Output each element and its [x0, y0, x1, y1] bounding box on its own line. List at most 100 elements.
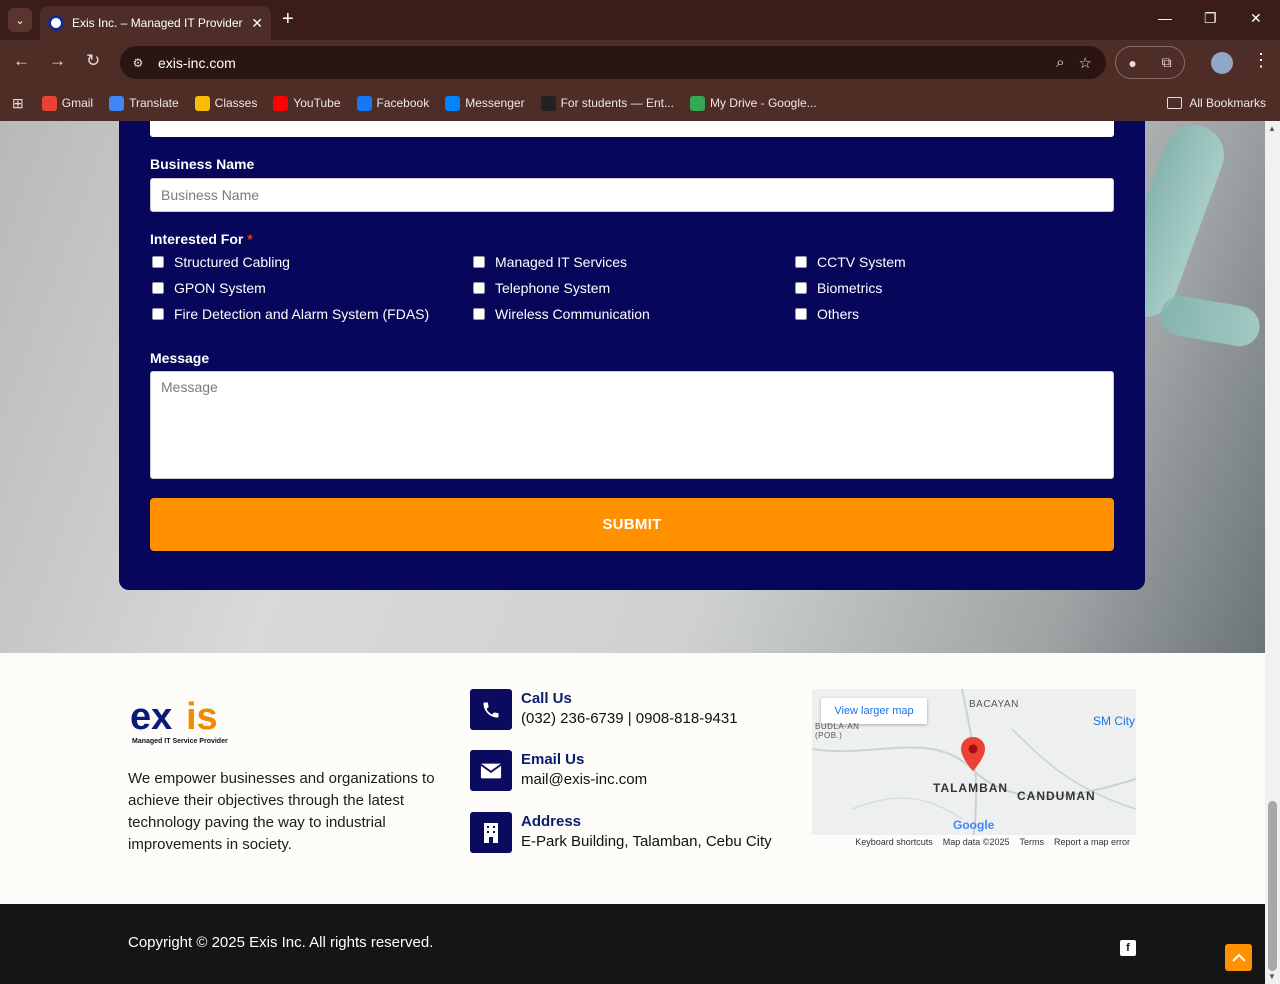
- checkbox-managed-it[interactable]: Managed IT Services: [473, 254, 627, 270]
- page-scrollbar[interactable]: ▲ ▼: [1265, 121, 1280, 984]
- map-city-label: SM City: [1093, 714, 1135, 728]
- checkbox-label: Telephone System: [495, 280, 611, 296]
- checkbox-structured-cabling[interactable]: Structured Cabling: [152, 254, 290, 270]
- browser-tab-bar: ⌄ Exis Inc. – Managed IT Provider ✕ + — …: [0, 0, 1280, 40]
- tab-list-button[interactable]: ⌄: [8, 8, 32, 32]
- checkbox-others[interactable]: Others: [795, 306, 859, 322]
- email-address[interactable]: mail@exis-inc.com: [521, 769, 647, 791]
- checkbox-label: Structured Cabling: [174, 254, 290, 270]
- bookmark-label: Gmail: [61, 96, 94, 110]
- extensions-area[interactable]: ● ⧉: [1115, 46, 1185, 79]
- checkbox-box[interactable]: [795, 282, 807, 294]
- close-tab-icon[interactable]: ✕: [251, 15, 263, 32]
- new-tab-button[interactable]: +: [282, 8, 294, 30]
- google-map-embed[interactable]: View larger map BACAYAN BUDLA-AN (POB.) …: [812, 689, 1136, 849]
- scrollbar-thumb[interactable]: [1268, 801, 1277, 971]
- contact-form: Email Business Name Business Name Intere…: [119, 121, 1145, 590]
- all-bookmarks[interactable]: All Bookmarks: [1167, 85, 1266, 121]
- bookmark-item[interactable]: Translate: [109, 95, 179, 111]
- svg-text:is: is: [186, 696, 218, 738]
- checkbox-fdas[interactable]: Fire Detection and Alarm System (FDAS): [152, 306, 429, 322]
- checkbox-biometrics[interactable]: Biometrics: [795, 280, 882, 296]
- phone-icon: [470, 689, 512, 730]
- checkbox-label: Fire Detection and Alarm System (FDAS): [174, 306, 430, 322]
- bookmark-item[interactable]: YouTube: [273, 95, 341, 111]
- checkbox-box[interactable]: [473, 282, 485, 294]
- contact-title: Address: [521, 813, 582, 830]
- back-icon[interactable]: ←: [13, 51, 30, 71]
- bookmark-item[interactable]: Classes: [194, 95, 257, 111]
- scroll-up-arrow-icon[interactable]: ▲: [1268, 124, 1276, 133]
- bookmark-item[interactable]: Facebook: [356, 95, 429, 111]
- keyboard-shortcuts-link[interactable]: Keyboard shortcuts: [855, 837, 933, 847]
- minimize-icon[interactable]: —: [1158, 10, 1172, 26]
- phone-numbers[interactable]: (032) 236-6739 | 0908-818-9431: [521, 708, 738, 730]
- checkbox-box[interactable]: [152, 282, 164, 294]
- close-window-icon[interactable]: ✕: [1250, 10, 1262, 27]
- bookmark-item[interactable]: My Drive - Google...: [689, 95, 817, 111]
- message-textarea[interactable]: Message: [150, 371, 1114, 479]
- bookmark-item[interactable]: Gmail: [41, 95, 94, 111]
- checkbox-cctv[interactable]: CCTV System: [795, 254, 906, 270]
- google-logo: Google: [953, 818, 995, 832]
- view-larger-map-link[interactable]: View larger map: [821, 698, 927, 724]
- checkbox-telephone[interactable]: Telephone System: [473, 280, 610, 296]
- checkbox-gpon[interactable]: GPON System: [152, 280, 266, 296]
- puzzle-icon[interactable]: ⧉: [1162, 54, 1172, 71]
- address-bar[interactable]: ⚙ exis-inc.com ⌕ ☆: [120, 46, 1106, 79]
- contact-email: Email Us mail@exis-inc.com: [470, 750, 647, 791]
- terms-link[interactable]: Terms: [1019, 837, 1044, 847]
- business-name-input[interactable]: Business Name: [150, 178, 1114, 212]
- reload-icon[interactable]: ↻: [86, 51, 100, 71]
- exis-logo: ex is Managed IT Service Provider: [128, 689, 238, 747]
- bookmark-label: Translate: [129, 96, 179, 110]
- site-info-icon[interactable]: ⚙: [126, 51, 150, 75]
- checkbox-label: CCTV System: [817, 254, 906, 270]
- map-place-label: BUDLA-AN (POB.): [815, 722, 860, 740]
- bookmark-star-icon[interactable]: ☆: [1079, 54, 1092, 72]
- bookmark-favicon-icon: [41, 95, 57, 111]
- zoom-icon[interactable]: ⌕: [1056, 54, 1064, 71]
- browser-tab-active[interactable]: Exis Inc. – Managed IT Provider ✕: [40, 6, 271, 40]
- map-data-text: Map data ©2025: [942, 837, 1010, 847]
- checkbox-label: Managed IT Services: [495, 254, 628, 270]
- folder-icon: [1167, 97, 1183, 109]
- checkbox-box[interactable]: [795, 256, 807, 268]
- bookmark-favicon-icon: [194, 95, 210, 111]
- bookmark-label: Messenger: [465, 96, 525, 110]
- email-input[interactable]: Email: [150, 121, 1114, 137]
- contact-call: Call Us (032) 236-6739 | 0908-818-9431: [470, 689, 738, 730]
- checkbox-box[interactable]: [152, 256, 164, 268]
- restore-icon[interactable]: ❐: [1204, 10, 1217, 27]
- extension-icon[interactable]: ●: [1128, 55, 1136, 71]
- checkbox-box[interactable]: [795, 308, 807, 320]
- checkbox-label: Biometrics: [817, 280, 883, 296]
- checkbox-wireless[interactable]: Wireless Communication: [473, 306, 650, 322]
- footer-bottom-bar: Copyright © 2025 Exis Inc. All rights re…: [0, 904, 1265, 984]
- message-label: Message: [150, 350, 210, 366]
- bookmark-favicon-icon: [445, 95, 461, 111]
- submit-button[interactable]: SUBMIT: [150, 498, 1114, 551]
- facebook-icon[interactable]: f: [1120, 940, 1136, 956]
- checkbox-box[interactable]: [473, 308, 485, 320]
- scroll-to-top-button[interactable]: [1225, 944, 1252, 971]
- bookmark-item[interactable]: For students — Ent...: [540, 95, 674, 111]
- profile-avatar[interactable]: [1211, 52, 1233, 74]
- report-error-link[interactable]: Report a map error: [1054, 837, 1130, 847]
- tab-title: Exis Inc. – Managed IT Provider: [72, 16, 243, 30]
- url-text[interactable]: exis-inc.com: [158, 55, 1056, 71]
- menu-icon[interactable]: ⋮: [1252, 50, 1270, 71]
- checkbox-box[interactable]: [152, 308, 164, 320]
- map-place-label: CANDUMAN: [1017, 789, 1096, 803]
- checkbox-box[interactable]: [473, 256, 485, 268]
- forward-icon[interactable]: →: [49, 51, 66, 71]
- building-icon: [470, 812, 512, 853]
- footer: ex is Managed IT Service Provider We emp…: [0, 653, 1265, 904]
- apps-icon[interactable]: ⊞: [12, 95, 24, 112]
- bookmark-label: YouTube: [293, 96, 341, 110]
- bookmark-label: My Drive - Google...: [709, 96, 817, 110]
- map-pin-icon[interactable]: [961, 737, 985, 771]
- required-mark: *: [247, 231, 253, 247]
- scroll-down-arrow-icon[interactable]: ▼: [1268, 972, 1276, 981]
- bookmark-item[interactable]: Messenger: [445, 95, 525, 111]
